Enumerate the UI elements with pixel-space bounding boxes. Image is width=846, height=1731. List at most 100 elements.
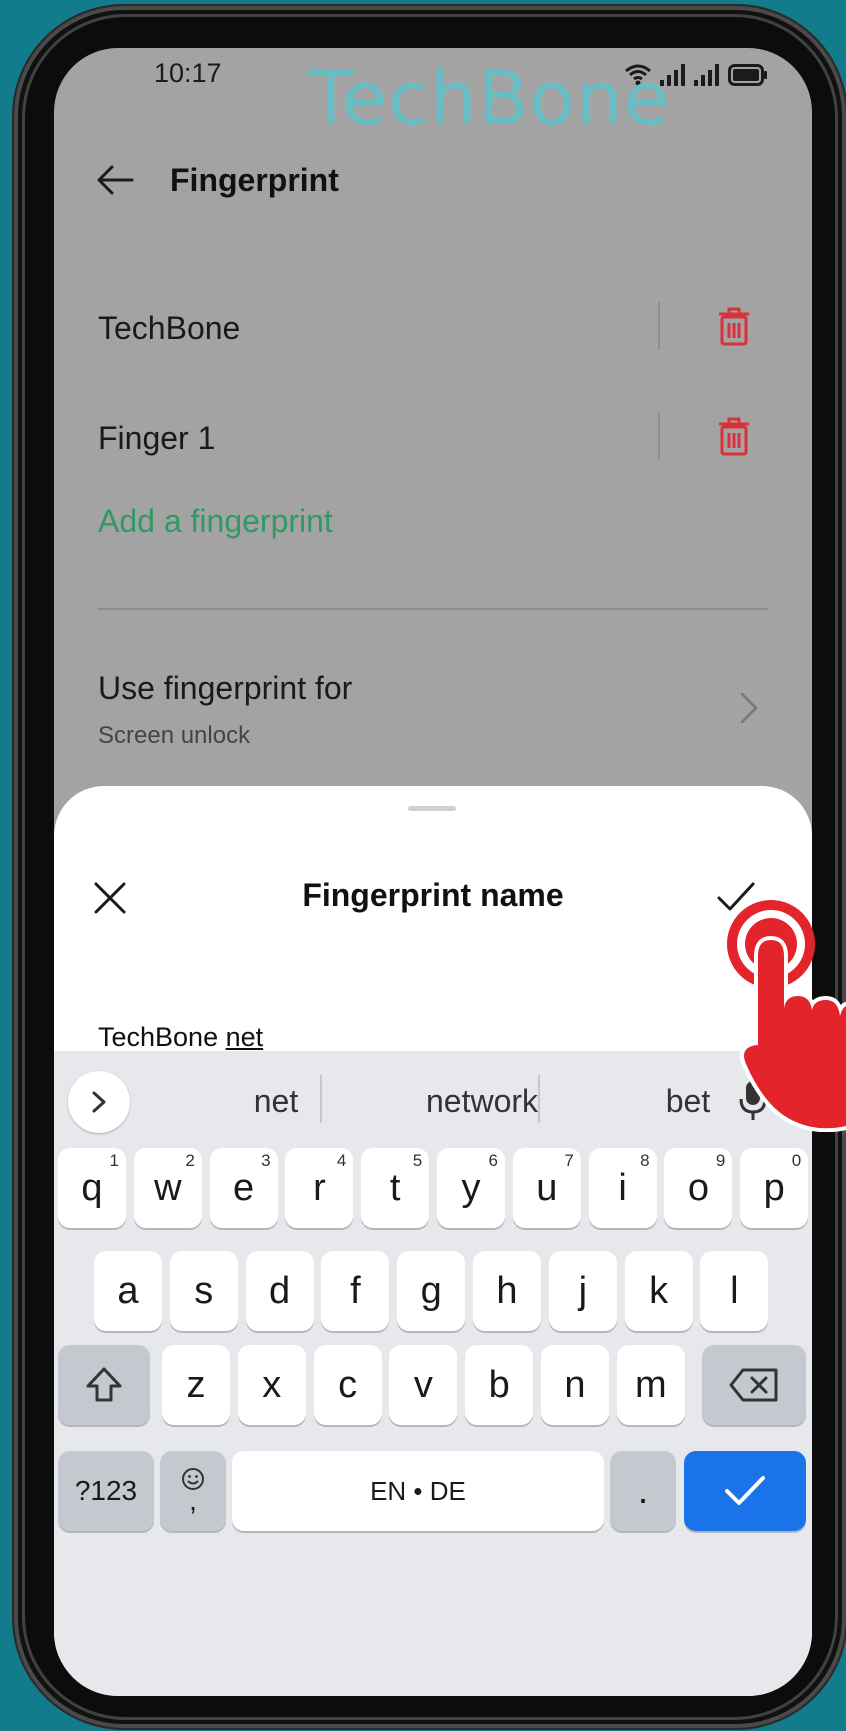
chevron-right-icon (738, 690, 760, 726)
key-l[interactable]: l (700, 1251, 769, 1331)
key-label: r (313, 1166, 326, 1209)
key-n[interactable]: n (541, 1345, 609, 1425)
key-hint: 8 (640, 1151, 650, 1170)
divider (658, 302, 660, 350)
key-hint: 6 (488, 1151, 498, 1170)
key-hint: 9 (715, 1151, 726, 1170)
divider (658, 412, 660, 460)
fingerprint-row[interactable]: TechBone (98, 302, 768, 362)
enter-check-key[interactable] (684, 1451, 806, 1531)
key-label: e (233, 1166, 255, 1209)
emoji-comma-key[interactable]: , (160, 1451, 226, 1531)
delete-trash-icon[interactable] (716, 416, 752, 456)
delete-trash-icon[interactable] (716, 306, 752, 346)
key-label: c (338, 1363, 358, 1406)
key-c[interactable]: c (313, 1345, 382, 1425)
key-hint: 5 (412, 1151, 423, 1170)
divider (320, 1075, 322, 1123)
key-j[interactable]: j (548, 1251, 617, 1331)
comma-label: , (189, 1485, 197, 1516)
key-label: k (649, 1269, 669, 1312)
use-fingerprint-for-label[interactable]: Use fingerprint for (98, 670, 352, 707)
space-key[interactable]: EN • DE (232, 1451, 604, 1531)
battery-icon (728, 64, 768, 86)
key-d[interactable]: d (245, 1251, 314, 1331)
fingerprint-name: TechBone (98, 310, 241, 346)
key-label: s (194, 1269, 214, 1312)
key-label: i (618, 1166, 627, 1209)
key-p[interactable]: p0 (740, 1148, 809, 1228)
shift-key[interactable] (58, 1345, 150, 1425)
key-label: o (687, 1166, 709, 1209)
key-hint: 0 (791, 1151, 802, 1170)
key-label: p (763, 1166, 785, 1209)
input-text-prefix: TechBone (98, 1022, 226, 1052)
key-r[interactable]: r4 (285, 1148, 354, 1228)
suggestion-bar: net network bet (54, 1051, 812, 1146)
key-e[interactable]: e3 (209, 1148, 278, 1228)
key-label: t (389, 1166, 401, 1209)
key-label: n (564, 1363, 586, 1406)
key-a[interactable]: a (94, 1251, 162, 1331)
add-fingerprint-link[interactable]: Add a fingerprint (98, 503, 333, 540)
suggestion-item[interactable]: net (186, 1083, 366, 1120)
back-arrow-icon[interactable] (94, 158, 138, 202)
key-h[interactable]: h (473, 1251, 541, 1331)
key-label: l (730, 1269, 739, 1312)
key-v[interactable]: v (389, 1345, 458, 1425)
backspace-key[interactable] (702, 1345, 806, 1425)
key-o[interactable]: o9 (664, 1148, 733, 1228)
watermark: TechBone (308, 56, 671, 142)
status-time: 10:17 (154, 58, 222, 88)
sheet-title: Fingerprint name (302, 877, 564, 913)
input-text-composing: net (225, 1022, 264, 1052)
key-hint: 1 (109, 1151, 119, 1170)
suggestion-item[interactable]: network (392, 1083, 572, 1120)
key-f[interactable]: f (321, 1251, 390, 1331)
key-w[interactable]: w2 (133, 1148, 202, 1228)
symbols-key[interactable]: ?123 (58, 1451, 154, 1531)
key-k[interactable]: k (624, 1251, 693, 1331)
key-z[interactable]: z (162, 1345, 230, 1425)
key-label: x (262, 1363, 282, 1406)
key-label: q (81, 1166, 103, 1209)
signal-icon-2 (694, 64, 720, 86)
key-label: h (496, 1269, 518, 1312)
sheet-handle[interactable] (408, 806, 456, 811)
fingerprint-row[interactable]: Finger 1 (98, 412, 768, 472)
key-t[interactable]: t5 (361, 1148, 430, 1228)
key-label: j (578, 1269, 588, 1312)
key-label: b (488, 1363, 510, 1406)
key-s[interactable]: s (169, 1251, 238, 1331)
soft-keyboard: net network bet q1w2e3r4t5y6u7i8o9p0 asd… (54, 1051, 812, 1696)
key-b[interactable]: b (465, 1345, 534, 1425)
page-title: Fingerprint (170, 162, 339, 198)
key-y[interactable]: y6 (437, 1148, 505, 1228)
key-label: a (117, 1269, 139, 1312)
key-hint: 3 (261, 1151, 271, 1170)
input-text: TechBone net (98, 1022, 263, 1053)
key-u[interactable]: u7 (512, 1148, 581, 1228)
key-x[interactable]: x (237, 1345, 306, 1425)
key-label: z (186, 1363, 206, 1406)
key-label: y (461, 1166, 481, 1209)
use-fingerprint-for-value: Screen unlock (98, 722, 251, 749)
tap-hand-icon (700, 896, 846, 1133)
period-key[interactable]: . (610, 1451, 676, 1531)
expand-toolbar-button[interactable] (68, 1071, 130, 1133)
key-label: m (634, 1363, 667, 1406)
key-label: w (154, 1166, 182, 1209)
key-label: v (413, 1363, 433, 1406)
section-divider (98, 608, 768, 610)
key-hint: 7 (564, 1151, 574, 1170)
key-q[interactable]: q1 (58, 1148, 126, 1228)
key-hint: 4 (336, 1151, 347, 1170)
fingerprint-name: Finger 1 (98, 420, 216, 456)
key-i[interactable]: i8 (588, 1148, 657, 1228)
key-hint: 2 (185, 1151, 195, 1170)
phone-screen: 10:17 TechBone Fingerprint TechBone Fing… (54, 48, 812, 1696)
key-m[interactable]: m (616, 1345, 685, 1425)
key-label: f (350, 1269, 361, 1312)
key-g[interactable]: g (397, 1251, 466, 1331)
key-label: d (269, 1269, 291, 1312)
